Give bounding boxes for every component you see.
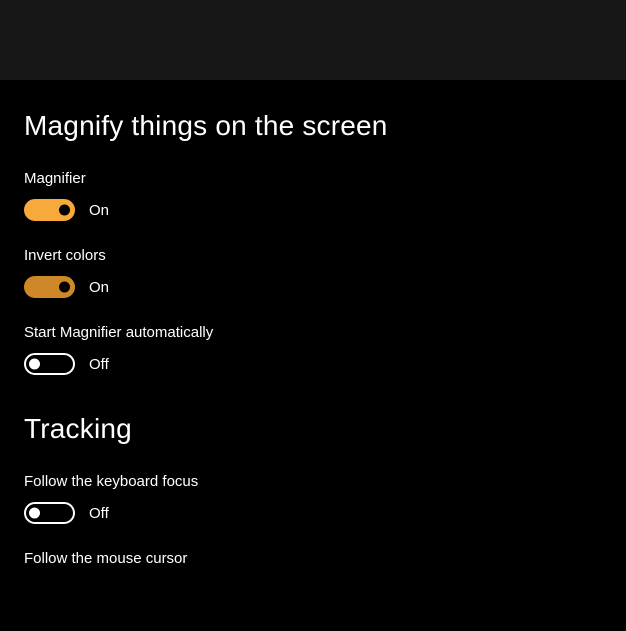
magnify-heading: Magnify things on the screen bbox=[24, 110, 602, 142]
start-auto-toggle-row: Off bbox=[24, 353, 602, 375]
keyboard-focus-toggle-row: Off bbox=[24, 502, 602, 524]
invert-colors-toggle-row: On bbox=[24, 276, 602, 298]
keyboard-focus-toggle[interactable] bbox=[24, 502, 75, 524]
keyboard-focus-label: Follow the keyboard focus bbox=[24, 473, 602, 490]
start-auto-state: Off bbox=[89, 356, 109, 373]
setting-magnifier: Magnifier On bbox=[24, 170, 602, 221]
top-bar bbox=[0, 0, 626, 80]
magnifier-toggle[interactable] bbox=[24, 199, 75, 221]
setting-invert-colors: Invert colors On bbox=[24, 247, 602, 298]
tracking-heading: Tracking bbox=[24, 413, 602, 445]
toggle-thumb bbox=[29, 508, 40, 519]
toggle-thumb bbox=[59, 282, 70, 293]
setting-mouse-cursor: Follow the mouse cursor bbox=[24, 550, 602, 567]
invert-colors-label: Invert colors bbox=[24, 247, 602, 264]
start-auto-label: Start Magnifier automatically bbox=[24, 324, 602, 341]
start-auto-toggle[interactable] bbox=[24, 353, 75, 375]
setting-keyboard-focus: Follow the keyboard focus Off bbox=[24, 473, 602, 524]
magnifier-toggle-row: On bbox=[24, 199, 602, 221]
keyboard-focus-state: Off bbox=[89, 505, 109, 522]
toggle-thumb bbox=[59, 205, 70, 216]
setting-start-auto: Start Magnifier automatically Off bbox=[24, 324, 602, 375]
magnifier-label: Magnifier bbox=[24, 170, 602, 187]
settings-content: Magnify things on the screen Magnifier O… bbox=[0, 80, 626, 567]
toggle-thumb bbox=[29, 359, 40, 370]
mouse-cursor-label: Follow the mouse cursor bbox=[24, 550, 602, 567]
invert-colors-state: On bbox=[89, 279, 109, 296]
magnifier-state: On bbox=[89, 202, 109, 219]
invert-colors-toggle[interactable] bbox=[24, 276, 75, 298]
